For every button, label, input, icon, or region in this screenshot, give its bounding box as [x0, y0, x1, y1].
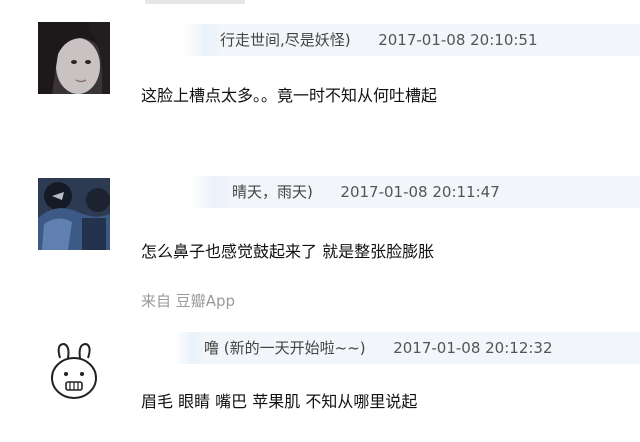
comment-meta-bar: 晴天，雨天) 2017-01-08 20:11:47: [140, 176, 640, 208]
comment-author[interactable]: 行走世间,尽是妖怪): [220, 31, 351, 49]
comment-item: 行走世间,尽是妖怪) 2017-01-08 20:10:51 这脸上槽点太多。。…: [0, 0, 640, 140]
redacted-username: [140, 332, 204, 364]
avatar[interactable]: [38, 22, 110, 94]
comment-source[interactable]: 来自 豆瓣App: [141, 290, 235, 311]
comment-meta: 晴天，雨天) 2017-01-08 20:11:47: [232, 176, 500, 208]
avatar[interactable]: [38, 178, 110, 250]
comment-meta-bar: 噜 (新的一天开始啦~~) 2017-01-08 20:12:32: [140, 332, 640, 364]
redacted-username: [140, 24, 220, 56]
comment-item: 晴天，雨天) 2017-01-08 20:11:47 怎么鼻子也感觉鼓起来了 就…: [0, 170, 640, 310]
avatar-image: [38, 336, 110, 408]
comment-time: 2017-01-08 20:11:47: [340, 183, 500, 201]
comment-text: 怎么鼻子也感觉鼓起来了 就是整张脸膨胀: [141, 242, 435, 261]
avatar-image: [38, 22, 110, 94]
avatar[interactable]: [38, 336, 110, 408]
comment-time: 2017-01-08 20:10:51: [378, 31, 538, 49]
redacted-username: [140, 176, 232, 208]
comment-author[interactable]: 晴天，雨天): [232, 183, 313, 201]
comment-time: 2017-01-08 20:12:32: [393, 339, 553, 357]
comment-text: 眉毛 眼睛 嘴巴 苹果肌 不知从哪里说起: [141, 392, 418, 411]
comment-thread: 行走世间,尽是妖怪) 2017-01-08 20:10:51 这脸上槽点太多。。…: [0, 0, 640, 442]
comment-text: 这脸上槽点太多。。竟一时不知从何吐槽起: [141, 86, 438, 105]
comment-meta: 噜 (新的一天开始啦~~) 2017-01-08 20:12:32: [204, 332, 553, 364]
comment-meta: 行走世间,尽是妖怪) 2017-01-08 20:10:51: [220, 24, 538, 56]
avatar-image: [38, 178, 110, 250]
comment-author[interactable]: 噜 (新的一天开始啦~~): [204, 339, 366, 357]
comment-item: 噜 (新的一天开始啦~~) 2017-01-08 20:12:32 眉毛 眼睛 …: [0, 320, 640, 442]
comment-meta-bar: 行走世间,尽是妖怪) 2017-01-08 20:10:51: [140, 24, 640, 56]
